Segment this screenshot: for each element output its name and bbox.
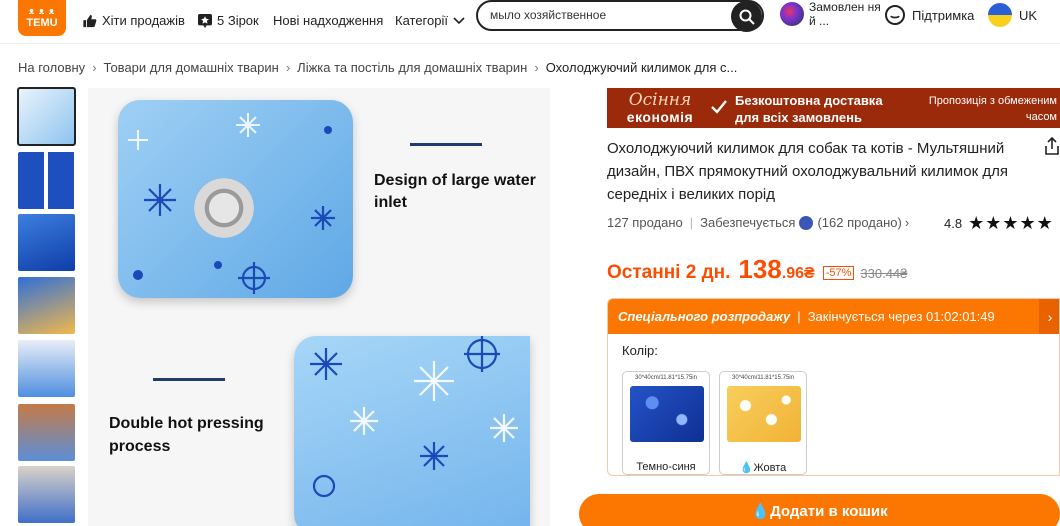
breadcrumb-home[interactable]: На головну [18,60,85,75]
mat-closeup-inlet [118,100,353,298]
meta-divider: | [689,215,694,230]
water-inlet-cap [194,178,254,238]
chevron-down-icon [453,16,465,24]
star-badge-icon [198,13,212,28]
autumn-sale-line1: Осіння [628,90,692,110]
promo-banner[interactable]: Осіння економія Безкоштовна доставка для… [607,88,1060,128]
product-main-image[interactable]: Design of large water inlet Double hot p… [88,88,550,526]
discount-badge: -57% [822,266,855,280]
share-icon[interactable] [1044,137,1060,155]
caption-hot-pressing: Double hot pressing process [109,415,264,455]
swatch-name: Темно-синя [636,461,696,473]
current-price-fraction: .96₴ [781,265,815,282]
header-divider: | [797,309,801,324]
swatch-dimensions: 30*40cm/11.81*15.75in [732,375,794,381]
caption-water-inlet: Design of large water inlet [374,172,536,211]
autumn-sale-logo: Осіння економія [615,91,705,125]
swatch-dimensions: 30*40cm/11.81*15.75in [635,375,697,381]
breadcrumb-pet-beds[interactable]: Ліжка та постіль для домашніх тварин [297,60,527,75]
caption-divider [410,143,482,146]
swatch-name: 💧Жовта [739,462,787,474]
product-meta: 127 продано | Забезпечується (162 продан… [607,215,909,230]
checkmark-icon [711,100,727,114]
current-price: 138 [738,254,782,284]
product-rating[interactable]: 4.8 ★★★★★ [944,213,1054,234]
nav-five-stars[interactable]: 5 Зірок [198,13,259,28]
rating-stars-icon: ★★★★★ [968,213,1054,233]
countdown-timer: Закінчується через 01:02:01:49 [807,309,995,324]
price-row: Останні 2 дн. 138 .96₴ -57% 330.44₴ [607,254,907,285]
breadcrumb-separator-icon: › [92,60,97,75]
language-selector[interactable]: UK [988,3,1037,27]
search-icon [739,9,755,25]
color-option-yellow[interactable]: 30*40cm/11.81*15.75in 💧Жовта [719,371,807,475]
thumbnail-4[interactable] [18,277,75,334]
color-option-dark-blue[interactable]: 30*40cm/11.81*15.75in Темно-синя [622,371,710,475]
avatar [780,2,804,26]
nav-new-arrivals[interactable]: Нові надходження [273,13,383,28]
chevron-right-icon[interactable]: › [905,215,909,230]
sold-count: 127 продано [607,215,683,230]
support-label: Підтримка [912,7,975,23]
chevron-right-icon[interactable]: › [1039,299,1059,334]
nav-categories[interactable]: Категорії [395,13,465,28]
ukraine-flag-icon [988,3,1012,27]
caption-divider [153,378,225,381]
search-bar[interactable]: мыло хозяйственное [476,0,764,32]
nav-bestsellers-label: Хіти продажів [102,13,185,28]
support-link[interactable]: Підтримка [884,4,974,26]
chat-support-icon [885,5,905,25]
breadcrumb-separator-icon: › [534,60,539,75]
logo-mark: ᴥ ᴥ ᴥ [28,6,56,16]
old-price: 330.44₴ [860,266,908,281]
last-days-label: Останні 2 дн. [607,262,731,283]
swatch-image [727,386,801,442]
breadcrumb-current: Охолоджуючий килимок для с... [545,60,738,75]
provided-by-label: Забезпечується [700,215,796,230]
temu-logo[interactable]: ᴥ ᴥ ᴥ TEMU [18,0,66,36]
add-to-cart-button[interactable]: 💧Додати в кошик [579,494,1060,526]
limited-offer-text: Пропозиція з обмеженим часом [928,95,1057,123]
nav-five-stars-label: 5 Зірок [217,13,259,28]
snowflake-pattern-icon [310,336,518,498]
search-button[interactable] [731,1,762,32]
nav-categories-label: Категорії [395,13,448,28]
autumn-sale-line2: економія [626,109,694,125]
thumbnail-6[interactable] [18,404,75,461]
mat-closeup-edge [294,336,530,526]
special-sale-title: Спеціального розпродажу [618,309,791,324]
thumbnail-5[interactable] [18,340,75,397]
thumbs-up-icon [83,14,97,27]
thumbnail-1[interactable] [17,87,76,146]
thumbnail-3[interactable] [18,214,75,271]
breadcrumb-separator-icon: › [285,60,291,75]
language-label: UK [1019,7,1038,23]
product-title: Охолоджуючий килимок для собак та котів … [607,140,1008,203]
search-input[interactable]: мыло хозяйственное [490,8,606,22]
nav-new-arrivals-label: Нові надходження [273,13,384,28]
top-header: ᴥ ᴥ ᴥ TEMU Хіти продажів 5 Зірок Нові на… [0,0,1060,44]
seller-sold-count[interactable]: (162 продано) [817,215,901,230]
special-sale-header[interactable]: Спеціального розпродажу | Закінчується ч… [608,299,1059,334]
logo-text: TEMU [26,17,58,29]
orders-account[interactable]: Замовлен ня й ... [780,0,881,40]
orders-label: Замовлен ня й ... [809,0,881,28]
breadcrumb-pet-supplies[interactable]: Товари для домашніх тварин [104,60,279,75]
seller-logo-icon [799,215,814,230]
nav-bestsellers[interactable]: Хіти продажів [82,13,185,28]
swatch-image [630,386,704,442]
free-shipping-text: Безкоштовна доставка для всіх замовлень [735,93,883,125]
special-sale-box: Спеціального розпродажу | Закінчується ч… [607,298,1060,476]
breadcrumb: На головну › Товари для домашніх тварин … [18,60,737,75]
thumbnail-2[interactable] [18,152,75,209]
color-label: Колір: [622,343,658,358]
thumbnail-7[interactable] [18,466,75,523]
rating-value: 4.8 [944,216,963,231]
